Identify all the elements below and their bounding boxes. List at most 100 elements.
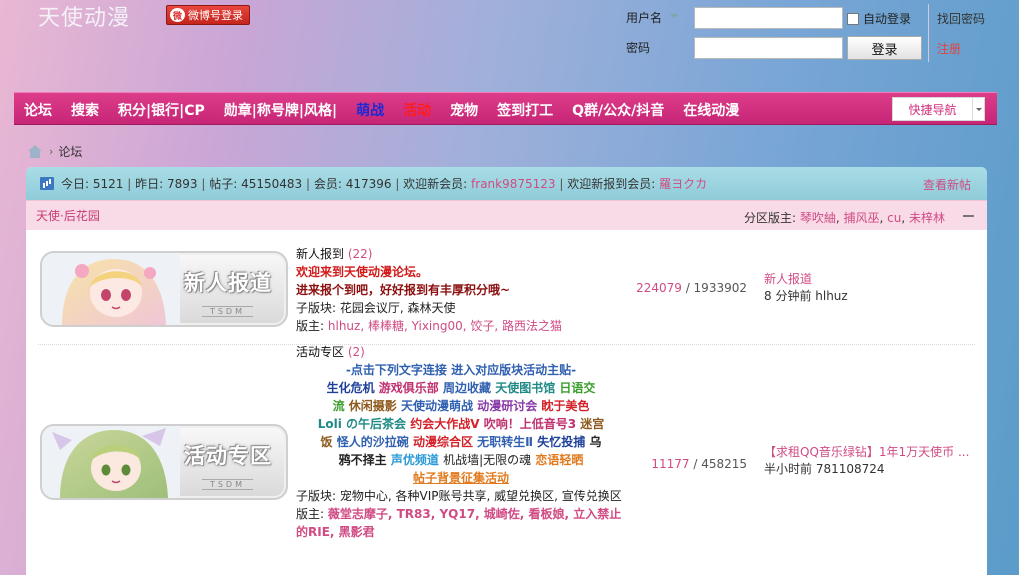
activity-link[interactable]: 约会大作战V — [410, 417, 479, 431]
activity-link[interactable]: 迷宫 — [580, 417, 604, 431]
remember-me[interactable]: 自动登录 — [847, 10, 911, 27]
nav-item-moe-battle[interactable]: 萌战 — [356, 100, 384, 120]
password-label: 密码 — [626, 41, 651, 55]
remember-checkbox[interactable] — [847, 12, 859, 25]
forum-name[interactable]: 活动专区 — [296, 345, 344, 359]
subforums-links[interactable]: 花园会议厅, 森林天使 — [340, 301, 456, 315]
last-post-time[interactable]: 半小时前 781108724 — [764, 462, 885, 476]
breadcrumb-separator: › — [49, 145, 54, 158]
activity-link[interactable]: 鸦不择主 — [339, 453, 387, 467]
activity-link[interactable]: 吹响！上低音号3 — [484, 417, 576, 431]
chevron-down-icon — [972, 98, 984, 120]
activity-link[interactable]: 无职转生Ⅱ — [477, 435, 533, 449]
nav-item-forum[interactable]: 论坛 — [24, 100, 52, 120]
forum-banner-events[interactable]: 活动专区 TSDM — [40, 424, 288, 500]
activity-link[interactable]: 乌 — [589, 435, 601, 449]
nav-item-points[interactable]: 积分|银行|CP — [118, 100, 205, 120]
nav-item-social[interactable]: Q群/公众/抖音 — [572, 100, 664, 120]
activity-link[interactable]: 机战墙|无限の魂 — [443, 453, 531, 467]
subforums-links[interactable]: 宠物中心, 各种VIP账号共享, 威望兑换区, 宣传兑换区 — [340, 489, 622, 503]
activity-link[interactable]: 失忆投捕 — [537, 435, 585, 449]
forum-name[interactable]: 新人报到 — [296, 247, 344, 261]
forum-banner-newbie[interactable]: 新人报道 TSDM — [40, 251, 288, 327]
new-report-member-link[interactable]: 羅ヨクカ — [659, 175, 707, 192]
thread-count: 224079 — [636, 281, 682, 295]
weibo-icon: 微 — [170, 8, 185, 22]
subforums-label: 子版块: — [296, 489, 337, 503]
banner-title: 新人报道 — [184, 271, 272, 295]
quick-nav-dropdown[interactable]: 快捷导航 — [892, 97, 985, 121]
weibo-login-label: 微博号登录 — [188, 9, 243, 22]
stats-bar: 今日: 5121 | 昨日: 7893 | 帖子: 45150483 | 会员:… — [26, 167, 987, 200]
forum-info-newbie: 新人报到 (22) 欢迎来到天使动漫论坛。 进来报个到吧，好好报到有丰厚积分哦~… — [296, 245, 626, 335]
quick-nav-label: 快捷导航 — [908, 102, 957, 117]
login-button[interactable]: 登录 — [847, 36, 922, 60]
nav-item-search[interactable]: 搜索 — [71, 100, 99, 120]
section-moderator-link[interactable]: 琴吹紬 — [800, 211, 836, 225]
remember-label: 自动登录 — [863, 12, 912, 26]
section-moderator-link[interactable]: 捕风巫 — [843, 211, 879, 225]
activity-link[interactable]: 动漫研讨会 — [477, 399, 537, 413]
section-title[interactable]: 天使·后花园 — [36, 207, 100, 224]
username-label[interactable]: 用户名 — [626, 9, 678, 26]
forum-counts-newbie: 224079 / 1933902 — [636, 281, 747, 295]
section-header: 天使·后花园 分区版主: 琴吹紬, 捕风巫, cu, 未梓林 — [26, 200, 987, 230]
register-link[interactable]: 注册 — [937, 40, 961, 57]
nav-item-pets[interactable]: 宠物 — [450, 100, 478, 120]
activity-link[interactable]: 饭 — [321, 435, 333, 449]
banner-subtitle: TSDM — [201, 479, 253, 490]
subforums-label: 子版块: — [296, 301, 337, 315]
password-input[interactable] — [694, 37, 843, 59]
username-input[interactable] — [694, 7, 843, 29]
forum-today-count: (22) — [347, 247, 373, 261]
view-new-posts-link[interactable]: 查看新帖 — [923, 176, 971, 193]
section-moderators: 分区版主: 琴吹紬, 捕风巫, cu, 未梓林 — [743, 211, 945, 225]
site-logo-title[interactable]: 天使动漫 — [38, 0, 130, 32]
moderators-links[interactable]: hlhuz, 棒棒糖, Yixing00, 饺子, 路西法之猫 — [328, 319, 562, 333]
nav-item-online-anime[interactable]: 在线动漫 — [683, 100, 739, 120]
activity-link[interactable]: 游戏俱乐部 — [379, 381, 439, 395]
collapse-icon[interactable] — [963, 215, 974, 217]
section-moderator-link[interactable]: cu — [887, 211, 901, 225]
find-password-link[interactable]: 找回密码 — [937, 10, 985, 27]
activity-link[interactable]: 休闲摄影 — [349, 399, 397, 413]
moderators-links[interactable]: 薇堂志摩子, TR83, YQ17, 城崎佐, 看板娘, 立入禁止的RIE, 黑… — [296, 507, 621, 539]
chart-icon — [40, 177, 54, 190]
forum-desc-line2: 进来报个到吧，好好报到有丰厚积分哦~ — [296, 283, 511, 297]
nav-item-checkin[interactable]: 签到打工 — [497, 100, 553, 120]
last-post-title[interactable]: 【求租QQ音乐绿钻】1年1万天使币 ... — [764, 444, 974, 461]
section-moderator-link[interactable]: 未梓林 — [909, 211, 945, 225]
welcome-report-label: 欢迎新报到会员: — [567, 177, 656, 191]
activity-link[interactable]: 声优频道 — [391, 453, 439, 467]
new-member-link[interactable]: frank9875123 — [471, 177, 556, 191]
activity-link[interactable]: 周边收藏 — [443, 381, 491, 395]
stats-posts: 45150483 — [241, 176, 303, 191]
activity-link[interactable]: Loli の午后茶会 — [318, 417, 406, 431]
anime-girl-illustration — [42, 253, 180, 325]
nav-item-medals[interactable]: 勋章|称号牌|风格| — [224, 100, 337, 120]
forum-panel: 今日: 5121 | 昨日: 7893 | 帖子: 45150483 | 会员:… — [26, 167, 987, 575]
last-post-title[interactable]: 新人报道 — [764, 271, 974, 288]
home-icon[interactable] — [27, 144, 43, 159]
activity-link[interactable]: 帖子背景征集活动 — [413, 471, 509, 485]
nav-item-events[interactable]: 活动 — [403, 100, 431, 120]
activity-link[interactable]: 流 — [333, 399, 345, 413]
activity-link[interactable]: 恋语轻晒 — [535, 453, 583, 467]
weibo-login-button[interactable]: 微 微博号登录 — [166, 5, 250, 25]
post-count: 458215 — [701, 457, 747, 471]
breadcrumb-forum[interactable]: 论坛 — [58, 143, 82, 160]
activity-link[interactable]: 天使图书馆 — [495, 381, 555, 395]
forum-desc-line1: 欢迎来到天使动漫论坛。 — [296, 265, 429, 279]
forum-today-count: (2) — [347, 345, 365, 359]
activity-link[interactable]: 天使动漫萌战 — [401, 399, 473, 413]
stats-members: 417396 — [345, 176, 392, 191]
activity-link[interactable]: 动漫综合区 — [413, 435, 473, 449]
activity-link[interactable]: 日语交 — [559, 381, 595, 395]
forum-counts-events: 11177 / 458215 — [651, 457, 747, 471]
activity-link[interactable]: 眈于美色 — [541, 399, 589, 413]
stats-posts-label: 帖子: — [209, 177, 238, 191]
last-post-time[interactable]: 8 分钟前 hlhuz — [764, 289, 848, 303]
post-count: 1933902 — [693, 281, 747, 295]
activity-link[interactable]: 生化危机 — [327, 381, 375, 395]
activity-link[interactable]: 怪人的沙拉碗 — [337, 435, 409, 449]
